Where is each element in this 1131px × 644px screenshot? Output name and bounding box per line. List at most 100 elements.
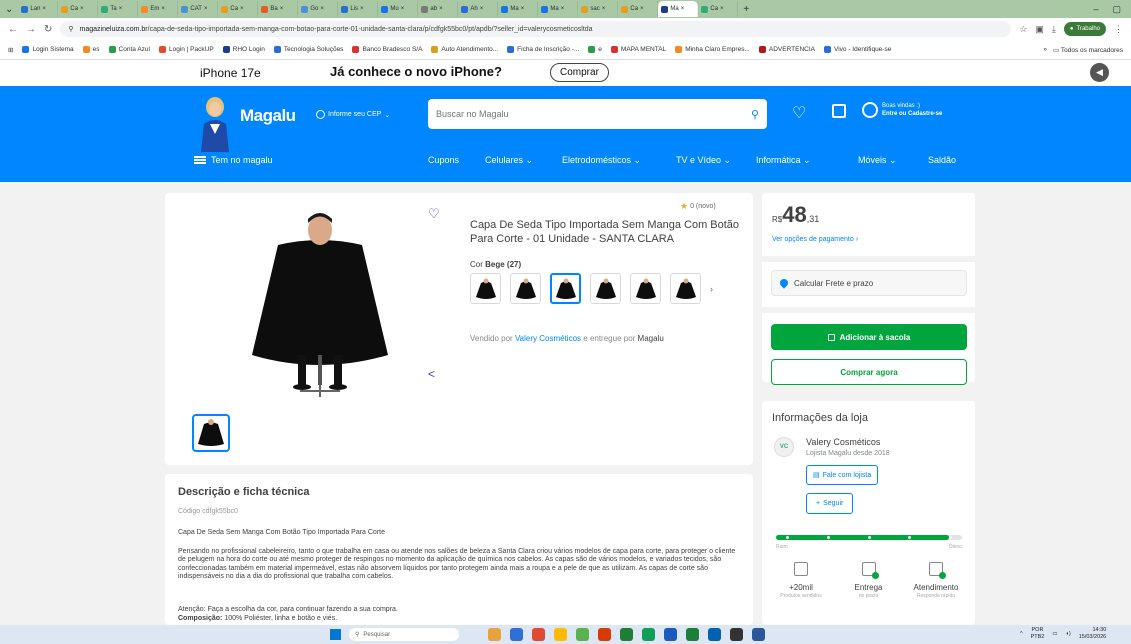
tab-close-icon[interactable]: × (521, 6, 525, 12)
color-swatch[interactable] (550, 273, 581, 304)
bookmark-item[interactable]: Tecnologia Soluções (273, 46, 343, 53)
login-link[interactable]: Entre ou Cadastre-se (882, 111, 942, 117)
browser-tab[interactable]: Ca × (618, 1, 659, 17)
chat-with-seller-button[interactable]: ▤ Fale com lojista (806, 465, 879, 485)
volume-icon[interactable]: ◖) (1066, 631, 1071, 637)
tab-close-icon[interactable]: × (119, 6, 123, 12)
payment-options-link[interactable]: Ver opções de pagamento › (772, 236, 858, 243)
tab-close-icon[interactable]: × (561, 6, 565, 12)
browser-tab[interactable]: Ta × (98, 1, 139, 17)
seller-link[interactable]: Valery Cosméticos (515, 334, 581, 343)
chevron-up-icon[interactable]: ^ (1020, 631, 1023, 637)
app-icon[interactable] (708, 628, 721, 641)
bookmark-item[interactable]: Banco Bradesco S/A (352, 46, 422, 53)
app-icon[interactable] (532, 628, 545, 641)
tab-close-icon[interactable]: × (360, 6, 364, 12)
rating[interactable]: ★ 0 (novo) (680, 201, 716, 212)
color-swatch[interactable] (630, 273, 661, 304)
bookmark-item[interactable]: RHO Login (222, 46, 265, 53)
app-icon[interactable] (576, 628, 589, 641)
browser-tab[interactable]: Mu × (378, 1, 419, 17)
tab-close-icon[interactable]: × (320, 6, 324, 12)
search-icon[interactable]: ⚲ (751, 108, 759, 121)
apps-grid-icon[interactable]: ⊞ (8, 46, 13, 54)
bookmark-item[interactable]: MAPA MENTAL (610, 46, 666, 53)
tab-close-icon[interactable]: × (240, 6, 244, 12)
user-login[interactable]: Boas vindas :) Entre ou Cadastre-se (862, 102, 942, 118)
tab-close-icon[interactable]: × (80, 6, 84, 12)
follow-button[interactable]: + Seguir (806, 493, 854, 514)
tab-close-icon[interactable]: × (401, 6, 405, 12)
tab-close-icon[interactable]: × (480, 6, 484, 12)
bookmark-item[interactable]: Login Sistema (22, 46, 74, 53)
app-icon[interactable] (488, 628, 501, 641)
shopping-bag-icon[interactable] (832, 104, 846, 118)
color-swatch[interactable] (510, 273, 541, 304)
tab-close-icon[interactable]: × (439, 6, 443, 12)
bookmarks-overflow-icon[interactable]: » (1043, 46, 1047, 53)
clock[interactable]: 14:30 15/03/2026 (1079, 627, 1107, 641)
url-field[interactable]: ⚲ magazineluiza.com.br/capa-de-seda-tipo… (60, 21, 1012, 37)
app-icon[interactable] (642, 628, 655, 641)
promo-buy-button[interactable]: Comprar (550, 63, 609, 82)
app-icon[interactable] (554, 628, 567, 641)
bookmark-item[interactable]: e (588, 46, 602, 53)
browser-tab[interactable]: Ca × (698, 1, 739, 17)
tab-close-icon[interactable]: × (602, 6, 606, 12)
browser-tab[interactable]: ab × (418, 1, 459, 17)
favorite-heart-icon[interactable]: ♡ (428, 206, 440, 222)
bookmark-item[interactable]: Conta Azul (108, 46, 150, 53)
tab-close-icon[interactable]: × (280, 6, 284, 12)
app-icon[interactable] (598, 628, 611, 641)
tab-close-icon[interactable]: × (42, 6, 46, 12)
maximize-button[interactable]: ▢ (1112, 4, 1121, 15)
browser-tab[interactable]: Ma × (498, 1, 539, 17)
tab-close-icon[interactable]: × (161, 6, 165, 12)
buy-now-button[interactable]: Comprar agora (771, 359, 967, 385)
category-link[interactable]: Saldão (928, 155, 968, 166)
bookmark-item[interactable]: Auto Atendimento... (431, 46, 498, 53)
category-link[interactable]: Cupons (428, 155, 485, 166)
tab-close-icon[interactable]: × (204, 6, 208, 12)
tab-search-button[interactable]: ⌄ (0, 4, 18, 15)
downloads-icon[interactable]: ⤓ (1052, 24, 1056, 35)
browser-tab[interactable]: Ca × (58, 1, 99, 17)
tab-close-icon[interactable]: × (681, 6, 685, 12)
app-icon[interactable] (510, 628, 523, 641)
browser-tab[interactable]: Ah × (458, 1, 499, 17)
profile-button[interactable]: ● Trabalho (1063, 22, 1106, 36)
browser-tab[interactable]: sac × (578, 1, 619, 17)
bookmark-item[interactable]: Minha Claro Empres... (675, 46, 750, 53)
bookmark-item[interactable]: Ficha de Inscrição -... (507, 46, 579, 53)
new-tab-button[interactable]: + (738, 4, 754, 15)
minimize-button[interactable]: – (1093, 4, 1098, 15)
category-link[interactable]: Móveis ⌄ (858, 155, 928, 166)
browser-tab[interactable]: Em × (138, 1, 179, 17)
app-icon[interactable] (620, 628, 633, 641)
tab-close-icon[interactable]: × (720, 6, 724, 12)
bookmark-item[interactable]: es (82, 46, 100, 53)
browser-tab[interactable]: Ca × (218, 1, 259, 17)
bookmark-item[interactable]: Login | PackUP (158, 46, 214, 53)
browser-tab[interactable]: Ma × (538, 1, 579, 17)
speaker-icon[interactable]: ◀ (1090, 63, 1109, 82)
bookmark-item[interactable]: ADVERTENCIA (758, 46, 815, 53)
browser-tab[interactable]: Lan × (18, 1, 59, 17)
network-icon[interactable]: ▭ (1052, 631, 1057, 637)
all-bookmarks-folder[interactable]: ▭ Todos os marcadores (1053, 46, 1123, 54)
cep-selector[interactable]: Informe seu CEP ⌄ (316, 110, 390, 119)
store-name[interactable]: Valery Cosméticos (806, 437, 880, 447)
thumbnail-1[interactable] (192, 414, 230, 452)
promo-banner[interactable]: iPhone 17e Já conhece o novo iPhone? Com… (0, 60, 1131, 86)
store-logo[interactable]: VC (774, 437, 794, 457)
browser-tab[interactable]: CAT × (178, 1, 219, 17)
browser-tab[interactable]: Ba × (258, 1, 299, 17)
freight-calculator-button[interactable]: Calcular Frete e prazo (771, 270, 967, 296)
site-info-icon[interactable]: ⚲ (68, 25, 73, 33)
product-image[interactable] (250, 205, 390, 400)
color-swatch[interactable] (470, 273, 501, 304)
browser-menu-icon[interactable]: ⋮ (1114, 24, 1123, 35)
favorites-heart-icon[interactable]: ♡ (792, 103, 806, 123)
browser-tab[interactable]: Go × (298, 1, 339, 17)
app-icon[interactable] (686, 628, 699, 641)
